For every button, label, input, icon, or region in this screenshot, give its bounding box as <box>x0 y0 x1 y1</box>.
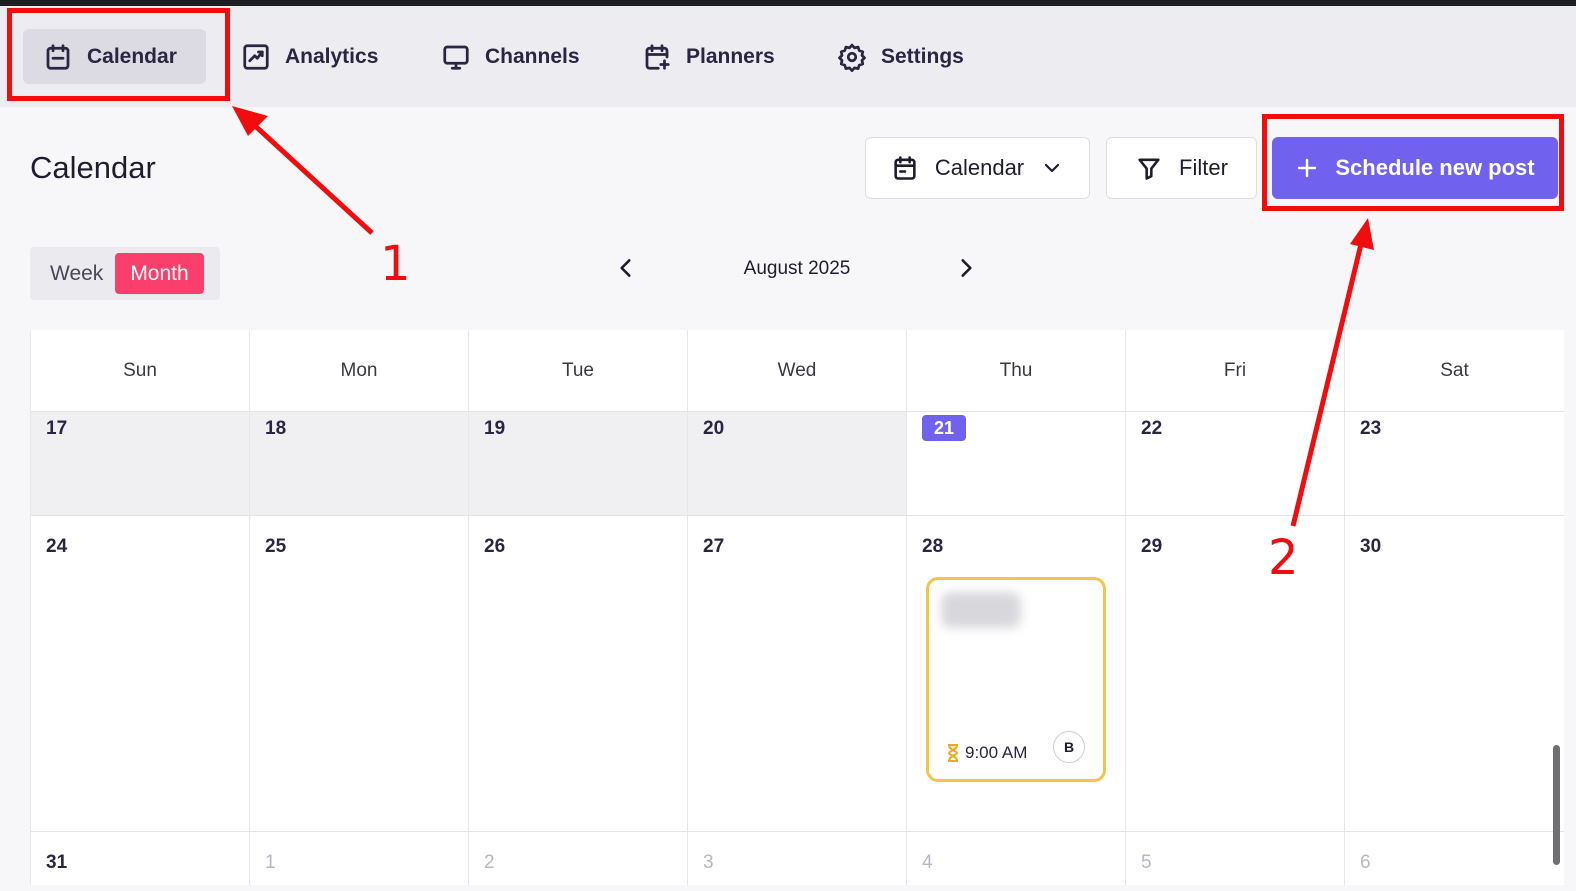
day-cell-today[interactable]: 21 <box>906 412 1125 516</box>
nav-item-label: Channels <box>485 44 580 68</box>
post-time-label: 9:00 AM <box>965 743 1028 762</box>
annotation-arrowhead-1 <box>232 106 268 136</box>
day-number: 20 <box>703 418 725 439</box>
scheduled-post-card[interactable]: 9:00 AM B <box>926 577 1106 782</box>
day-cell[interactable]: 2 <box>468 832 687 885</box>
day-cell[interactable]: 31 <box>30 832 249 885</box>
annotation-box-calendar-nav <box>7 8 230 101</box>
day-number: 28 <box>922 536 944 557</box>
day-number: 19 <box>484 418 506 439</box>
day-cell[interactable]: 22 <box>1125 412 1344 516</box>
day-number: 25 <box>265 536 287 557</box>
filter-icon <box>1138 158 1160 180</box>
nav-item-label: Analytics <box>285 44 379 68</box>
day-cell[interactable]: 29 <box>1125 516 1344 832</box>
day-number: 23 <box>1360 418 1382 439</box>
today-badge: 21 <box>922 415 966 441</box>
analytics-chart-icon <box>243 43 269 70</box>
page-title: Calendar <box>30 150 156 185</box>
day-number: 6 <box>1360 852 1371 873</box>
filter-label: Filter <box>1179 155 1228 180</box>
hourglass-icon <box>947 744 959 762</box>
prev-month-button[interactable] <box>613 255 639 281</box>
day-number: 2 <box>484 852 495 873</box>
day-number: 18 <box>265 418 287 439</box>
nav-item-planners[interactable]: Planners <box>622 29 795 84</box>
blurred-post-preview <box>941 592 1021 628</box>
nav-item-label: Settings <box>881 44 964 68</box>
day-number: 31 <box>46 852 68 873</box>
weekday-header: Thu <box>906 330 1125 412</box>
annotation-arrowhead-2 <box>1350 218 1374 250</box>
annotation-arrow-1 <box>250 121 374 235</box>
next-month-button[interactable] <box>953 255 979 281</box>
current-month-label: August 2025 <box>743 258 851 279</box>
calendar-plus-icon <box>645 43 670 70</box>
day-cell[interactable]: 4 <box>906 832 1125 885</box>
day-cell[interactable]: 30 <box>1344 516 1564 832</box>
day-cell[interactable]: 5 <box>1125 832 1344 885</box>
calendar-icon <box>894 156 916 180</box>
nav-item-channels[interactable]: Channels <box>421 29 600 84</box>
day-cell[interactable]: 6 <box>1344 832 1564 885</box>
day-number: 3 <box>703 852 714 873</box>
chevron-left-icon <box>620 259 631 277</box>
annotation-box-schedule-button <box>1262 114 1564 211</box>
day-cell[interactable]: 26 <box>468 516 687 832</box>
day-number: 27 <box>703 536 725 557</box>
day-cell[interactable]: 28 9:00 AM B <box>906 516 1125 832</box>
day-cell[interactable]: 24 <box>30 516 249 832</box>
day-number: 30 <box>1360 536 1382 557</box>
day-cell[interactable]: 23 <box>1344 412 1564 516</box>
weekday-header: Wed <box>687 330 906 412</box>
day-cell[interactable]: 20 <box>687 412 906 516</box>
weekday-header: Fri <box>1125 330 1344 412</box>
nav-item-analytics[interactable]: Analytics <box>221 29 398 84</box>
day-cell[interactable]: 3 <box>687 832 906 885</box>
view-toggle: Week Month <box>30 247 220 300</box>
weekday-header: Sat <box>1344 330 1564 412</box>
calendar-grid: Sun Mon Tue Wed Thu Fri Sat 17 18 19 20 … <box>30 330 1564 885</box>
day-number: 22 <box>1141 418 1163 439</box>
channel-avatar: B <box>1053 731 1085 763</box>
weekday-header: Sun <box>30 330 249 412</box>
toggle-month[interactable]: Month <box>115 253 204 294</box>
day-number: 5 <box>1141 852 1152 873</box>
top-navigation: Calendar Analytics Channels Planners Set… <box>0 6 1576 107</box>
vertical-scrollbar[interactable] <box>1553 745 1560 865</box>
view-select-dropdown[interactable]: Calendar <box>865 137 1090 199</box>
view-select-label: Calendar <box>934 155 1025 180</box>
weekday-header: Tue <box>468 330 687 412</box>
day-number: 26 <box>484 536 506 557</box>
day-number: 24 <box>46 536 68 557</box>
nav-item-label: Planners <box>686 44 775 68</box>
annotation-label-1: 1 <box>380 236 411 292</box>
nav-item-settings[interactable]: Settings <box>817 29 984 84</box>
chevron-right-icon <box>961 259 972 277</box>
day-number: 1 <box>265 852 276 873</box>
weekday-header: Mon <box>249 330 468 412</box>
annotation-label-2: 2 <box>1268 530 1299 586</box>
day-cell[interactable]: 1 <box>249 832 468 885</box>
toggle-week[interactable]: Week <box>38 262 115 286</box>
chevron-down-icon <box>1045 163 1060 173</box>
day-number: 17 <box>46 418 68 439</box>
day-number: 4 <box>922 852 933 873</box>
day-number: 29 <box>1141 536 1163 557</box>
filter-button[interactable]: Filter <box>1106 137 1257 199</box>
day-cell[interactable]: 18 <box>249 412 468 516</box>
day-cell[interactable]: 17 <box>30 412 249 516</box>
day-cell[interactable]: 25 <box>249 516 468 832</box>
day-cell[interactable]: 19 <box>468 412 687 516</box>
gear-icon <box>838 43 866 72</box>
post-time: 9:00 AM <box>947 743 1027 763</box>
day-cell[interactable]: 27 <box>687 516 906 832</box>
monitor-icon <box>443 45 469 70</box>
